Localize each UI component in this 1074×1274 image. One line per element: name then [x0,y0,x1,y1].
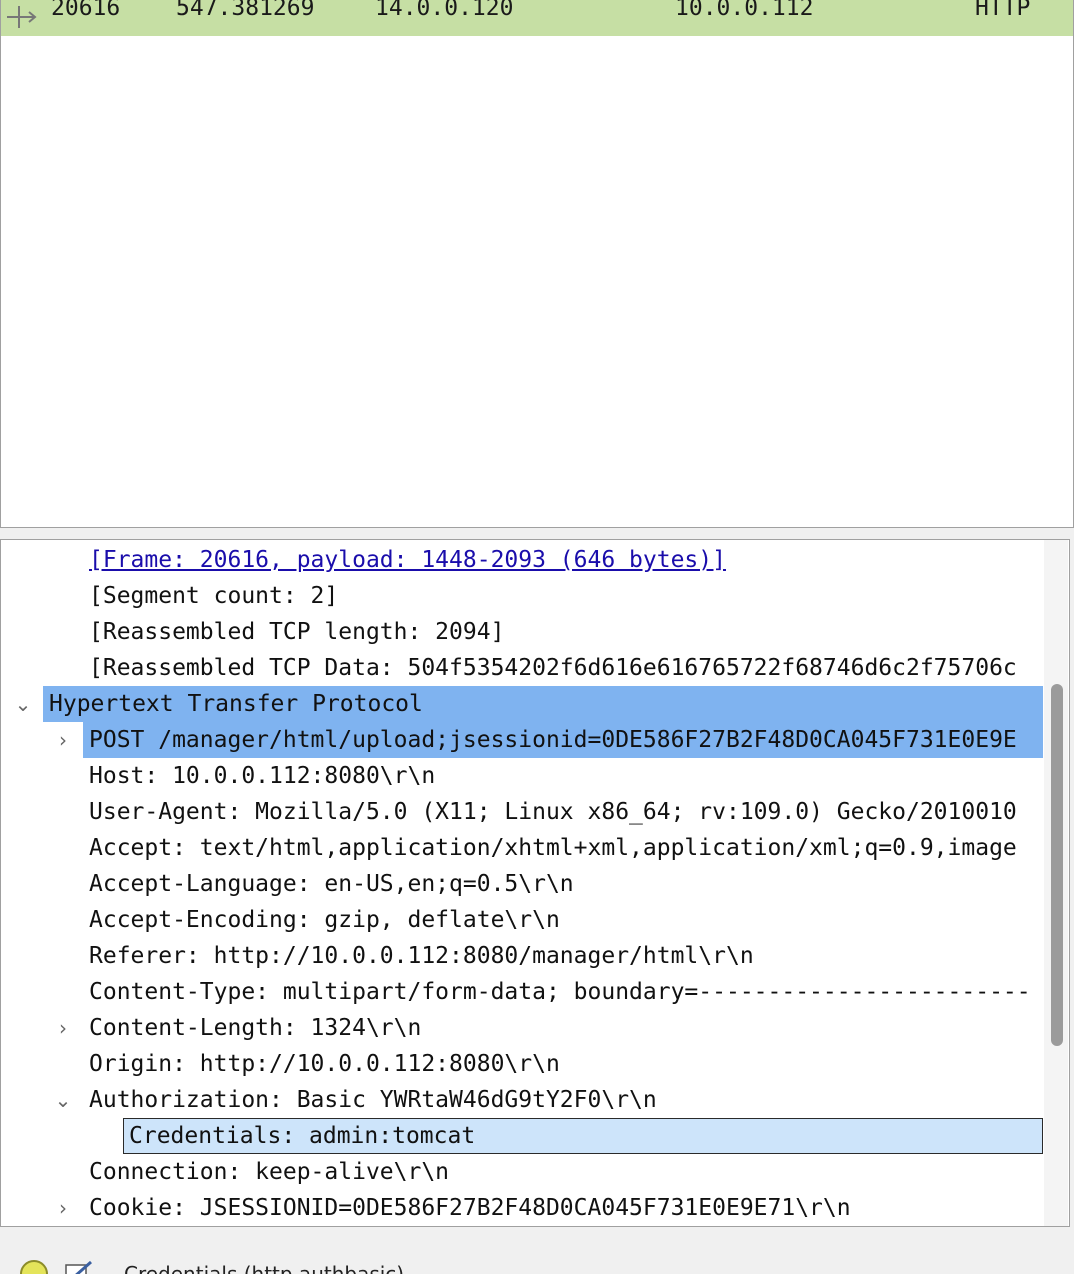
tree-item-label: Accept: text/html,application/xhtml+xml,… [89,835,1017,861]
packet-row-selected[interactable]: 20616 547.381269 14.0.0.120 10.0.0.112 H… [1,0,1073,36]
packet-protocol: HTTP [975,0,1031,21]
tree-item-host[interactable]: Host: 10.0.0.112:8080\r\n [1,758,1043,794]
tree-item-label: Content-Length: 1324\r\n [89,1015,422,1041]
vertical-scrollbar-thumb[interactable] [1051,684,1063,1046]
expert-info-icon[interactable] [20,1260,48,1274]
tree-item-accept-encoding[interactable]: Accept-Encoding: gzip, deflate\r\n [1,902,1043,938]
related-packet-arrow-icon [7,6,37,28]
tree-item-reassembled-data[interactable]: [Reassembled TCP Data: 504f5354202f6d616… [1,650,1043,686]
edit-capture-comment-icon[interactable] [64,1259,94,1274]
tree-item-request-line[interactable]: › POST /manager/html/upload;jsessionid=0… [1,722,1043,758]
tree-item-connection[interactable]: Connection: keep-alive\r\n [1,1154,1043,1190]
chevron-down-icon[interactable]: ⌄ [13,686,33,722]
packet-number: 20616 [51,0,121,21]
tree-item-credentials[interactable]: Credentials: admin:tomcat [1,1118,1043,1154]
tree-item-label: Credentials: admin:tomcat [129,1123,476,1149]
status-field-text: Credentials (http.authbasic) [124,1262,405,1274]
tree-item-label: Referer: http://10.0.0.112:8080/manager/… [89,943,754,969]
tree-item-label: Connection: keep-alive\r\n [89,1159,450,1185]
tree-item-content-type[interactable]: Content-Type: multipart/form-data; bound… [1,974,1043,1010]
tree-item-http[interactable]: ⌄ Hypertext Transfer Protocol [1,686,1043,722]
tree-item-reassembled-length[interactable]: [Reassembled TCP length: 2094] [1,614,1043,650]
chevron-right-icon[interactable]: › [53,1190,73,1226]
tree-item-label: Authorization: Basic YWRtaW46dG9tY2F0\r\… [89,1087,657,1113]
tree-item-accept-language[interactable]: Accept-Language: en-US,en;q=0.5\r\n [1,866,1043,902]
frame-link[interactable]: [Frame: 20616, payload: 1448-2093 (646 b… [89,542,726,578]
packet-destination: 10.0.0.112 [675,0,814,21]
tree-item-referer[interactable]: Referer: http://10.0.0.112:8080/manager/… [1,938,1043,974]
tree-item-label: [Reassembled TCP Data: 504f5354202f6d616… [89,655,1017,681]
status-bar: Credentials (http.authbasic) [0,1248,1074,1274]
tree-item-label: Origin: http://10.0.0.112:8080\r\n [89,1051,560,1077]
packet-time: 547.381269 [176,0,315,21]
chevron-down-icon[interactable]: ⌄ [53,1082,73,1118]
packet-list-pane[interactable]: 20616 547.381269 14.0.0.120 10.0.0.112 H… [0,0,1074,528]
tree-item-label: Hypertext Transfer Protocol [49,691,423,717]
chevron-right-icon[interactable]: › [53,722,73,758]
tree-item-label: Accept-Encoding: gzip, deflate\r\n [89,907,560,933]
tree-item-authorization[interactable]: ⌄ Authorization: Basic YWRtaW46dG9tY2F0\… [1,1082,1043,1118]
tree-item-frame-link[interactable]: [Frame: 20616, payload: 1448-2093 (646 b… [1,542,1043,578]
tree-item-label: [Reassembled TCP length: 2094] [89,619,505,645]
tree-item-label: Cookie: JSESSIONID=0DE586F27B2F48D0CA045… [89,1195,851,1221]
tree-item-label: [Segment count: 2] [89,583,339,609]
tree-item-label: Accept-Language: en-US,en;q=0.5\r\n [89,871,574,897]
packet-source: 14.0.0.120 [375,0,514,21]
tree-item-content-length[interactable]: › Content-Length: 1324\r\n [1,1010,1043,1046]
chevron-right-icon[interactable]: › [53,1010,73,1046]
tree-item-label: POST /manager/html/upload;jsessionid=0DE… [89,727,1017,753]
packet-details-pane[interactable]: [Frame: 20616, payload: 1448-2093 (646 b… [0,539,1070,1227]
tree-item-label: Host: 10.0.0.112:8080\r\n [89,763,436,789]
tree-item-segment-count[interactable]: [Segment count: 2] [1,578,1043,614]
tree-item-label: User-Agent: Mozilla/5.0 (X11; Linux x86_… [89,799,1017,825]
tree-item-accept[interactable]: Accept: text/html,application/xhtml+xml,… [1,830,1043,866]
tree-item-user-agent[interactable]: User-Agent: Mozilla/5.0 (X11; Linux x86_… [1,794,1043,830]
tree-item-cookie[interactable]: › Cookie: JSESSIONID=0DE586F27B2F48D0CA0… [1,1190,1043,1226]
tree-item-origin[interactable]: Origin: http://10.0.0.112:8080\r\n [1,1046,1043,1082]
tree-item-label: Content-Type: multipart/form-data; bound… [89,979,1031,1005]
